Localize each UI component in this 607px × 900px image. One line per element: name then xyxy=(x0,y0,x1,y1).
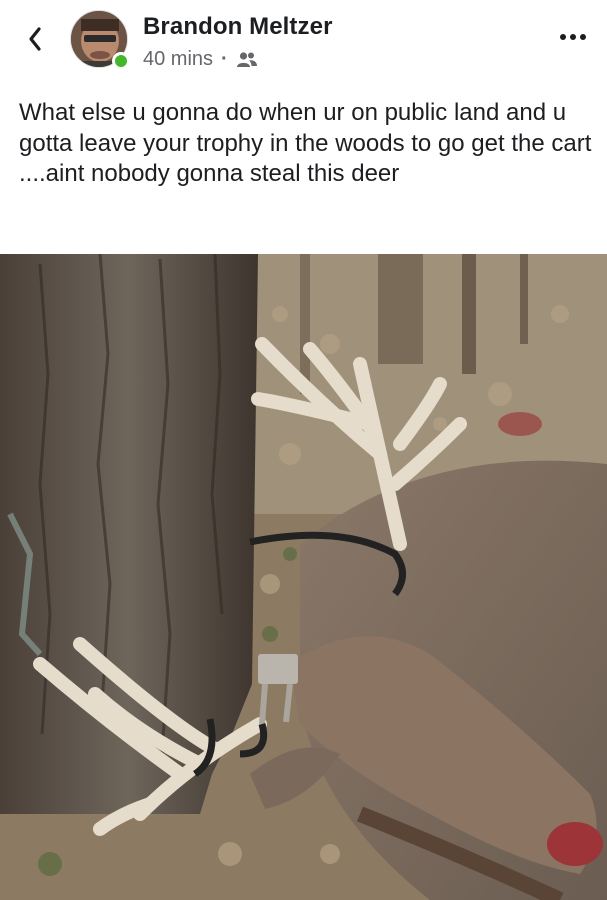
author-avatar[interactable] xyxy=(70,10,130,70)
chevron-left-icon xyxy=(29,27,41,51)
meta-separator: · xyxy=(221,48,228,70)
post-meta: 40 mins · xyxy=(143,48,258,71)
post-photo[interactable] xyxy=(0,254,607,900)
more-options-button[interactable] xyxy=(556,22,590,52)
friends-icon[interactable] xyxy=(236,51,258,69)
post-header: Brandon Meltzer 40 mins · xyxy=(0,0,607,88)
online-status-indicator xyxy=(112,52,130,70)
more-dots-icon xyxy=(560,34,586,40)
post-text: What else u gonna do when ur on public l… xyxy=(19,99,592,187)
author-name[interactable]: Brandon Meltzer xyxy=(143,13,333,41)
post-time[interactable]: 40 mins xyxy=(143,48,213,71)
back-button[interactable] xyxy=(20,22,50,56)
